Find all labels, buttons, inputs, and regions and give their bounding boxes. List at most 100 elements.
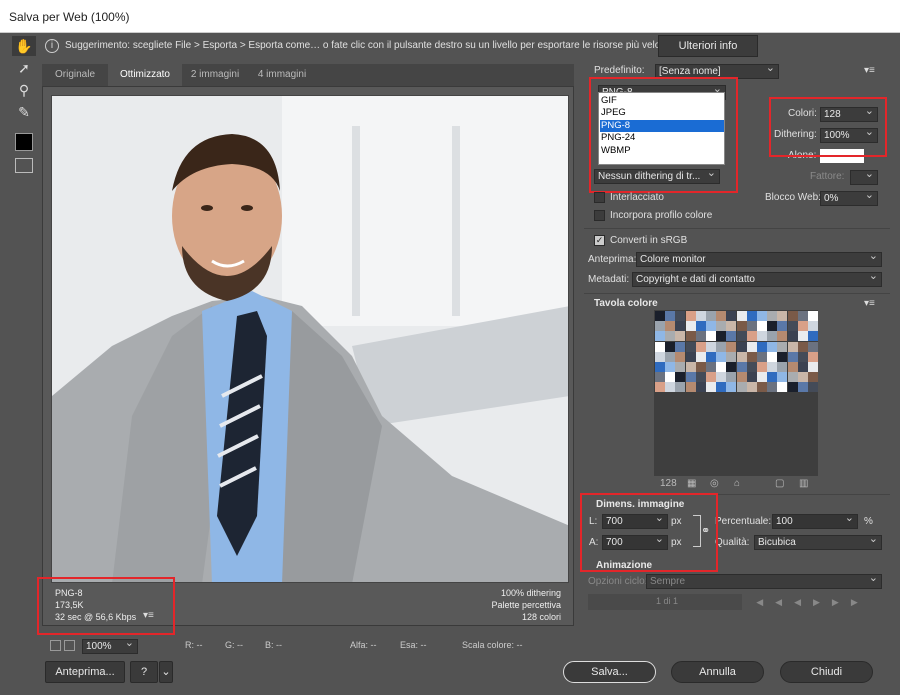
palette-swatch[interactable] bbox=[746, 372, 757, 383]
palette-swatch[interactable] bbox=[787, 321, 798, 332]
help-button[interactable]: ? bbox=[130, 661, 158, 683]
more-info-button[interactable]: Ulteriori info bbox=[658, 35, 758, 57]
palette-swatch[interactable] bbox=[757, 341, 767, 352]
palette-swatch[interactable] bbox=[777, 351, 788, 362]
palette-swatch[interactable] bbox=[675, 382, 686, 393]
palette-swatch[interactable] bbox=[655, 372, 665, 383]
palette-swatch[interactable] bbox=[726, 351, 737, 362]
eyedropper-tool-icon[interactable]: ✎ bbox=[12, 102, 36, 122]
palette-swatch[interactable] bbox=[787, 372, 798, 383]
palette-swatch[interactable] bbox=[797, 331, 808, 342]
palette-swatch[interactable] bbox=[706, 311, 716, 321]
palette-swatch[interactable] bbox=[655, 321, 665, 332]
palette-swatch[interactable] bbox=[655, 362, 665, 372]
palette-swatch[interactable] bbox=[797, 372, 808, 383]
palette-swatch[interactable] bbox=[695, 351, 706, 362]
palette-swatch[interactable] bbox=[746, 321, 757, 332]
palette-swatch[interactable] bbox=[655, 382, 665, 393]
palette-swatch[interactable] bbox=[665, 372, 676, 383]
palette-swatch[interactable] bbox=[757, 321, 767, 332]
palette-swatch[interactable] bbox=[665, 362, 676, 372]
palette-swatch[interactable] bbox=[716, 382, 727, 393]
palette-swatch[interactable] bbox=[706, 331, 716, 342]
palette-swatch[interactable] bbox=[808, 351, 818, 362]
palette-swatch[interactable] bbox=[685, 362, 696, 372]
web-shift-icon[interactable]: ◎ bbox=[710, 478, 719, 489]
eyedropper-color-swatch[interactable] bbox=[15, 133, 33, 151]
palette-swatch[interactable] bbox=[757, 311, 767, 321]
palette-swatch[interactable] bbox=[757, 372, 767, 383]
preview-browser-button[interactable]: Anteprima... bbox=[45, 661, 125, 683]
close-button[interactable]: Chiudi bbox=[780, 661, 873, 683]
palette-swatch[interactable] bbox=[808, 331, 818, 342]
palette-swatch[interactable] bbox=[808, 372, 818, 383]
metadata-select[interactable]: Copyright e dati di contatto bbox=[632, 272, 882, 287]
palette-swatch[interactable] bbox=[675, 362, 686, 372]
quality-select[interactable]: Bicubica bbox=[754, 535, 882, 550]
hand-tool-icon[interactable]: ✋ bbox=[12, 36, 36, 56]
palette-swatch[interactable] bbox=[757, 351, 767, 362]
palette-swatch[interactable] bbox=[685, 372, 696, 383]
new-color-icon[interactable]: ▢ bbox=[775, 478, 784, 489]
zoom-out-icon[interactable] bbox=[50, 640, 61, 651]
palette-swatch[interactable] bbox=[726, 331, 737, 342]
palette-swatch[interactable] bbox=[665, 311, 676, 321]
palette-swatch[interactable] bbox=[695, 362, 706, 372]
toggle-slices-icon[interactable] bbox=[15, 158, 33, 173]
palette-swatch[interactable] bbox=[767, 351, 778, 362]
palette-swatch[interactable] bbox=[787, 382, 798, 393]
websnap-select[interactable]: 0% bbox=[820, 191, 878, 206]
tab-optimized[interactable]: Ottimizzato bbox=[108, 64, 182, 86]
palette-swatch[interactable] bbox=[787, 362, 798, 372]
cancel-button[interactable]: Annulla bbox=[671, 661, 764, 683]
palette-swatch[interactable] bbox=[767, 311, 778, 321]
palette-swatch[interactable] bbox=[777, 311, 788, 321]
palette-swatch[interactable] bbox=[808, 321, 818, 332]
palette-swatch[interactable] bbox=[695, 372, 706, 383]
palette-swatch[interactable] bbox=[797, 341, 808, 352]
palette-swatch[interactable] bbox=[685, 311, 696, 321]
palette-swatch[interactable] bbox=[665, 341, 676, 352]
palette-swatch[interactable] bbox=[777, 321, 788, 332]
palette-swatch[interactable] bbox=[797, 321, 808, 332]
palette-swatch[interactable] bbox=[736, 311, 747, 321]
palette-swatch[interactable] bbox=[685, 321, 696, 332]
palette-swatch[interactable] bbox=[695, 331, 706, 342]
interlaced-checkbox[interactable] bbox=[594, 192, 605, 203]
map-color-icon[interactable]: ▦ bbox=[687, 478, 696, 489]
palette-swatch[interactable] bbox=[808, 341, 818, 352]
animation-controls-icon[interactable]: ◀◀◀▶▶▶ bbox=[744, 594, 882, 610]
palette-swatch[interactable] bbox=[757, 382, 767, 393]
palette-swatch[interactable] bbox=[675, 321, 686, 332]
palette-swatch[interactable] bbox=[685, 382, 696, 393]
palette-swatch[interactable] bbox=[736, 362, 747, 372]
color-table-menu-icon[interactable]: ▾≡ bbox=[864, 298, 875, 309]
zoom-tool-icon[interactable]: ⚲ bbox=[12, 80, 36, 100]
palette-swatch[interactable] bbox=[746, 311, 757, 321]
palette-swatch[interactable] bbox=[767, 341, 778, 352]
palette-swatch[interactable] bbox=[787, 311, 798, 321]
palette-swatch[interactable] bbox=[655, 311, 665, 321]
palette-swatch[interactable] bbox=[767, 372, 778, 383]
palette-swatch[interactable] bbox=[716, 341, 727, 352]
palette-swatch[interactable] bbox=[726, 372, 737, 383]
palette-swatch[interactable] bbox=[706, 321, 716, 332]
preview-image[interactable] bbox=[51, 95, 569, 583]
palette-swatch[interactable] bbox=[675, 331, 686, 342]
palette-swatch[interactable] bbox=[706, 362, 716, 372]
embed-profile-checkbox[interactable] bbox=[594, 210, 605, 221]
palette-swatch[interactable] bbox=[736, 341, 747, 352]
palette-swatch[interactable] bbox=[736, 331, 747, 342]
percent-input[interactable]: 100 bbox=[772, 514, 858, 529]
palette-swatch[interactable] bbox=[777, 382, 788, 393]
palette-swatch[interactable] bbox=[665, 321, 676, 332]
color-palette-grid[interactable] bbox=[654, 310, 818, 476]
palette-swatch[interactable] bbox=[736, 321, 747, 332]
palette-swatch[interactable] bbox=[736, 382, 747, 393]
palette-swatch[interactable] bbox=[736, 351, 747, 362]
palette-swatch[interactable] bbox=[746, 351, 757, 362]
palette-swatch[interactable] bbox=[675, 372, 686, 383]
palette-swatch[interactable] bbox=[675, 341, 686, 352]
palette-swatch[interactable] bbox=[746, 331, 757, 342]
palette-swatch[interactable] bbox=[655, 331, 665, 342]
